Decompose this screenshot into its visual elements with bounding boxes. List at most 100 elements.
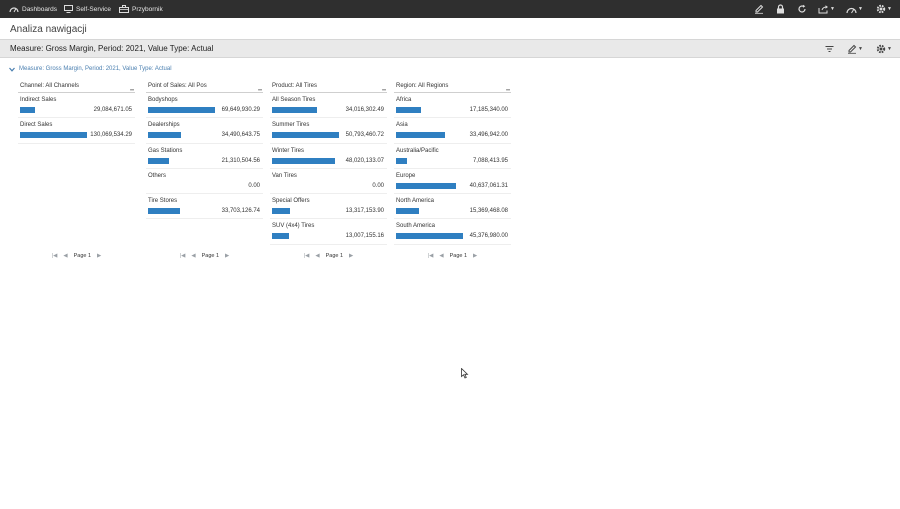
next-page-icon[interactable]: ▶	[225, 253, 229, 259]
nav-przybornik-label: Przybornik	[132, 5, 163, 13]
next-page-icon[interactable]: ▶	[473, 253, 477, 259]
chevron-down-icon: ▼	[887, 6, 892, 12]
dropdown-icon[interactable]: ▁	[258, 85, 262, 91]
list-item[interactable]: North America 15,369,468.08	[394, 194, 511, 220]
top-bar: Dashboards Self-Service Przybornik ▼ ▼ ▼	[0, 0, 900, 18]
panel-header-label: Point of Sales: All Pos	[148, 83, 207, 89]
list-item[interactable]: South America 45,376,980.00	[394, 219, 511, 245]
value-bar[interactable]	[272, 208, 290, 215]
measure-text: Measure: Gross Margin, Period: 2021, Val…	[10, 44, 214, 53]
value-bar[interactable]	[272, 233, 290, 240]
value-bar[interactable]	[148, 132, 182, 139]
dropdown-icon[interactable]: ▁	[382, 85, 386, 91]
value-bar[interactable]	[396, 182, 456, 189]
item-value: 17,185,340.00	[469, 107, 508, 113]
nav-self-service[interactable]: Self-Service	[64, 0, 111, 18]
breadcrumb[interactable]: Measure: Gross Margin, Period: 2021, Val…	[9, 66, 172, 72]
lock-button[interactable]	[776, 3, 785, 15]
list-item[interactable]: Summer Tires 50,793,460.72	[270, 118, 387, 144]
value-bar[interactable]	[20, 132, 87, 139]
item-label: Asia	[396, 122, 408, 129]
item-label: Tire Stores	[148, 198, 178, 205]
item-label: Summer Tires	[272, 122, 310, 129]
panel-header[interactable]: Channel: All Channels ▁	[18, 80, 135, 93]
panel-header[interactable]: Point of Sales: All Pos ▁	[146, 80, 263, 93]
item-label: SUV (4x4) Tires	[272, 223, 315, 230]
list-item[interactable]: Others 0.00	[146, 169, 263, 195]
panel-rows: Africa 17,185,340.00 Asia 33,496,942.00 Aust…	[394, 93, 511, 245]
value-bar[interactable]	[148, 107, 215, 113]
share-button[interactable]: ▼	[818, 3, 835, 15]
nav-przybornik[interactable]: Przybornik	[119, 0, 163, 18]
list-item[interactable]: Australia/Pacific 7,088,413.95	[394, 144, 511, 169]
list-item[interactable]: SUV (4x4) Tires 13,007,155.16	[270, 219, 387, 245]
panel-header[interactable]: Product: All Tires ▁	[270, 80, 387, 93]
list-item[interactable]: Special Offers 13,317,153.90	[270, 194, 387, 220]
value-bar[interactable]	[272, 107, 317, 113]
list-item[interactable]: Direct Sales 130,069,534.29	[18, 118, 135, 144]
refresh-button[interactable]	[797, 3, 807, 15]
list-item[interactable]: Dealerships 34,490,643.75	[146, 118, 263, 144]
dimension-panel: Region: All Regions ▁ Africa 17,185,340.00 A…	[394, 80, 511, 245]
monitor-icon	[64, 5, 73, 13]
first-page-icon[interactable]: |◀	[304, 253, 310, 259]
first-page-icon[interactable]: |◀	[428, 253, 434, 259]
value-bar[interactable]	[272, 132, 339, 139]
list-item[interactable]: Asia 33,496,942.00	[394, 118, 511, 144]
value-bar[interactable]	[272, 157, 336, 164]
item-value: 21,310,504.56	[221, 157, 260, 164]
dropdown-icon[interactable]: ▁	[130, 85, 134, 91]
dimension-panel: Product: All Tires ▁ All Season Tires 34,01…	[270, 80, 387, 245]
toolbox-icon	[119, 5, 129, 13]
item-value: 50,793,460.72	[345, 132, 384, 139]
prev-page-icon[interactable]: ◀	[439, 253, 443, 259]
edit-menu-button[interactable]: ▼	[847, 44, 863, 54]
value-bar[interactable]	[20, 107, 35, 113]
list-item[interactable]: Africa 17,185,340.00	[394, 93, 511, 119]
list-item[interactable]: Europe 40,637,061.31	[394, 169, 511, 195]
next-page-icon[interactable]: ▶	[97, 253, 101, 259]
gear-icon	[876, 44, 886, 54]
pager: |◀ ◀ Page 1 ▶	[146, 253, 263, 259]
breadcrumb-text: Measure: Gross Margin, Period: 2021, Val…	[19, 66, 172, 72]
first-page-icon[interactable]: |◀	[52, 253, 58, 259]
nav-dashboards[interactable]: Dashboards	[9, 0, 57, 18]
value-bar[interactable]	[396, 208, 419, 215]
filter-button[interactable]	[825, 44, 834, 54]
list-item[interactable]: Gas Stations 21,310,504.56	[146, 144, 263, 169]
list-item[interactable]: Winter Tires 48,020,133.07	[270, 144, 387, 169]
value-bar[interactable]	[396, 233, 463, 240]
value-bar[interactable]	[148, 208, 181, 215]
measure-bar: Measure: Gross Margin, Period: 2021, Val…	[0, 39, 900, 58]
dashboard-menu-button[interactable]: ▼	[846, 3, 863, 15]
settings-button[interactable]: ▼	[876, 3, 892, 15]
item-label: Winter Tires	[272, 147, 305, 154]
panel-header[interactable]: Region: All Regions ▁	[394, 80, 511, 93]
next-page-icon[interactable]: ▶	[349, 253, 353, 259]
prev-page-icon[interactable]: ◀	[315, 253, 319, 259]
value-bar[interactable]	[396, 132, 446, 139]
dimension-panel: Point of Sales: All Pos ▁ Bodyshops 69,649,…	[146, 80, 263, 220]
list-item[interactable]: Bodyshops 69,649,930.29	[146, 93, 263, 119]
list-item[interactable]: Tire Stores 33,703,126.74	[146, 194, 263, 220]
list-item[interactable]: Van Tires 0.00	[270, 169, 387, 195]
first-page-icon[interactable]: |◀	[180, 253, 186, 259]
value-bar[interactable]	[396, 157, 407, 164]
edit-button[interactable]	[754, 3, 764, 15]
item-label: Bodyshops	[148, 97, 178, 103]
item-value: 15,369,468.08	[469, 208, 508, 215]
prev-page-icon[interactable]: ◀	[191, 253, 195, 259]
value-bar[interactable]	[148, 157, 169, 164]
item-value: 0.00	[372, 182, 384, 189]
value-bar[interactable]	[396, 107, 422, 113]
list-item[interactable]: All Season Tires 34,016,302.49	[270, 93, 387, 119]
panel-header-label: Product: All Tires	[272, 83, 318, 89]
list-item[interactable]: Indirect Sales 29,084,671.05	[18, 93, 135, 119]
panel-settings-button[interactable]: ▼	[876, 44, 892, 54]
item-value: 13,317,153.90	[345, 208, 384, 215]
item-label: All Season Tires	[272, 97, 316, 103]
dropdown-icon[interactable]: ▁	[506, 85, 510, 91]
prev-page-icon[interactable]: ◀	[63, 253, 67, 259]
item-value: 45,376,980.00	[469, 233, 508, 240]
refresh-icon	[798, 4, 806, 13]
